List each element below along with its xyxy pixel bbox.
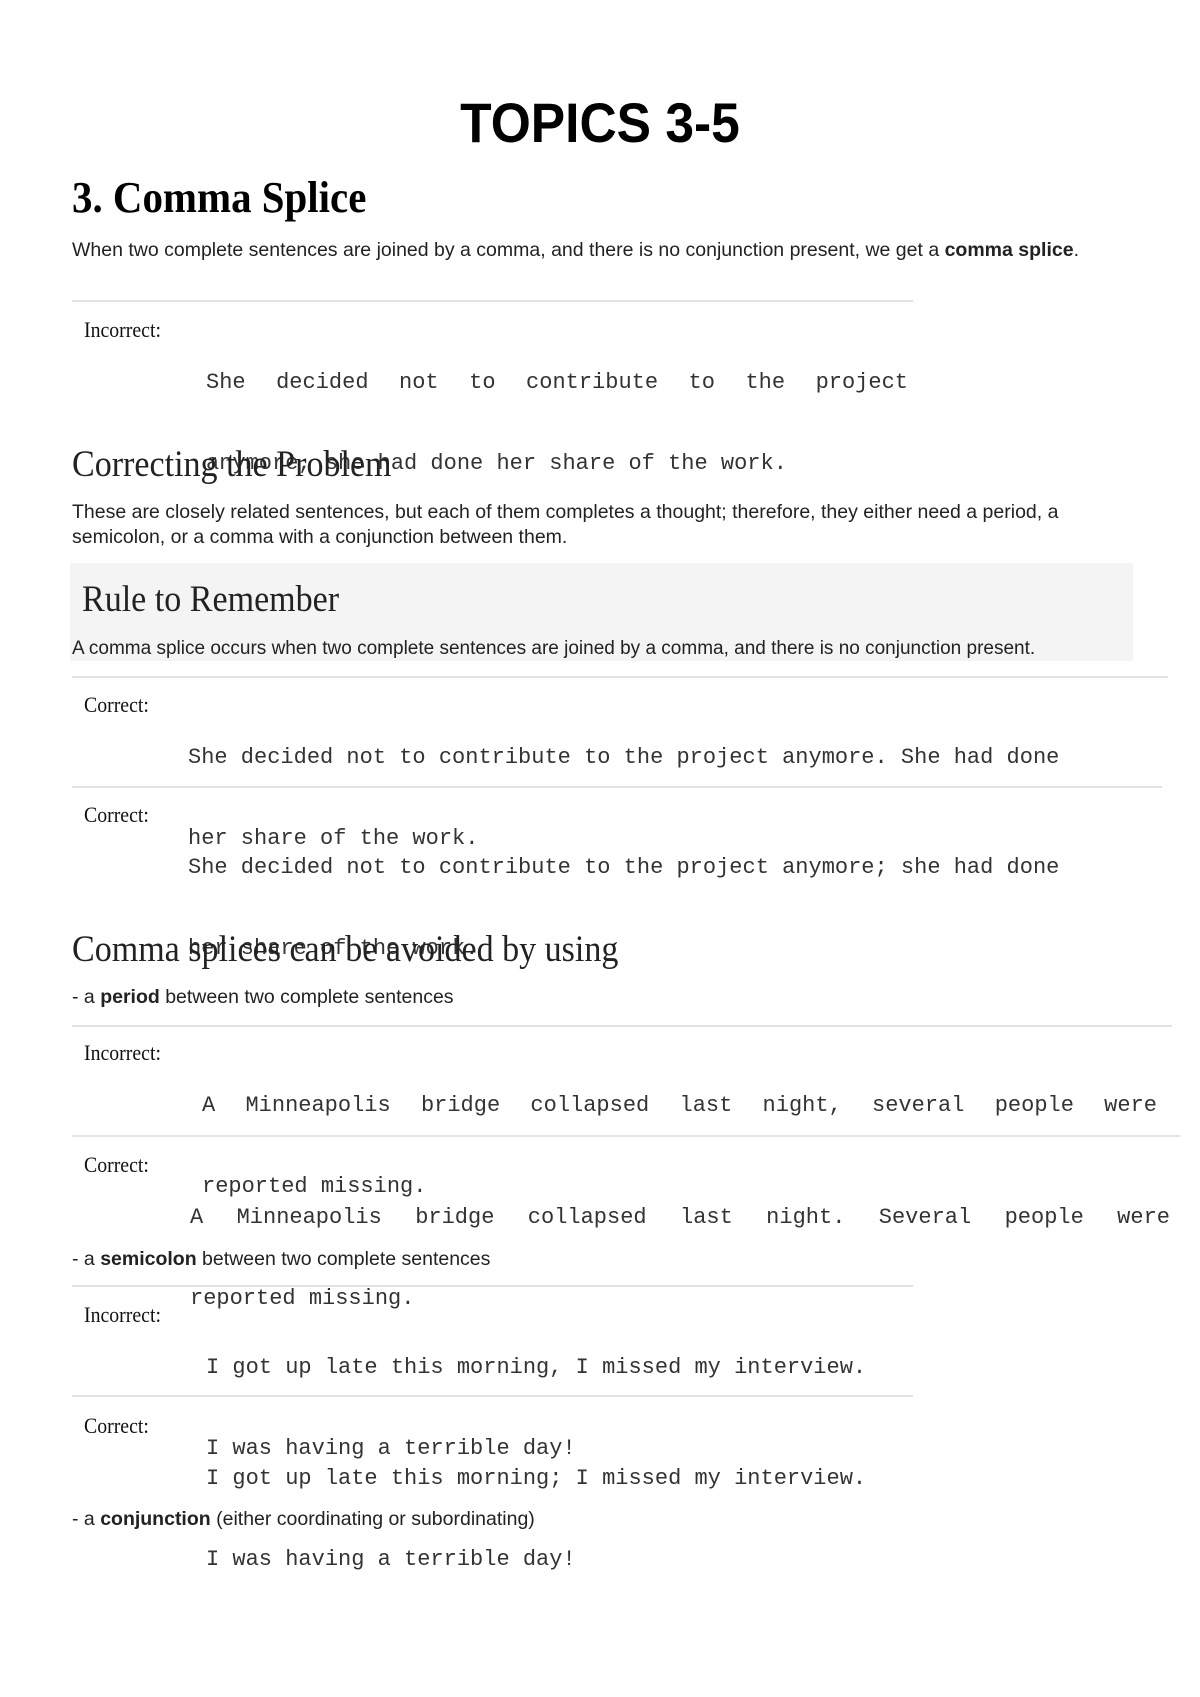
bullet-prefix: - a — [72, 986, 101, 1008]
bullet-prefix: - a — [72, 1248, 101, 1270]
avoid-heading: Comma splices can be avoided by using — [72, 929, 619, 970]
intro-text: When two complete sentences are joined b… — [72, 239, 945, 261]
correcting-paragraph: These are closely related sentences, but… — [72, 501, 1059, 548]
divider — [72, 300, 913, 302]
example-incorrect: Incorrect: She decided not to contribute… — [84, 315, 908, 531]
document-title: TOPICS 3-5 — [460, 91, 740, 154]
example-text: She decided not to contribute to the pro… — [188, 800, 1059, 1016]
divider — [72, 1285, 913, 1287]
method-semicolon: - a semicolon between two complete sente… — [72, 1248, 490, 1271]
rule-heading: Rule to Remember — [82, 579, 340, 620]
example-line: A Minneapolis bridge collapsed last nigh… — [202, 1093, 1157, 1118]
intro-text-end: . — [1073, 239, 1079, 261]
example-label: Correct: — [84, 802, 149, 827]
bullet-prefix: - a — [72, 1508, 101, 1530]
example-label: Incorrect: — [84, 317, 161, 342]
divider — [72, 786, 1162, 788]
bullet-text: between two complete sentences — [196, 1248, 491, 1270]
divider — [72, 1135, 1180, 1137]
correcting-heading: Correcting the Problem — [72, 444, 392, 485]
bullet-text: between two complete sentences — [159, 986, 454, 1008]
method-conjunction: - a conjunction (either coordinating or … — [72, 1508, 535, 1531]
example-line: I got up late this morning; I missed my … — [206, 1466, 867, 1491]
example-text: She decided not to contribute to the pro… — [206, 315, 908, 531]
bullet-term: period — [100, 986, 160, 1008]
method-period: - a period between two complete sentence… — [72, 986, 454, 1009]
rule-text: A comma splice occurs when two complete … — [72, 638, 1036, 659]
section-heading: 3. Comma Splice — [72, 173, 367, 222]
example-line: She decided not to contribute to the pro… — [188, 745, 1060, 770]
example-line: I was having a terrible day! — [206, 1547, 576, 1572]
divider — [72, 1395, 913, 1397]
intro-bold-term: comma splice — [944, 239, 1074, 261]
divider — [72, 1025, 1172, 1027]
divider — [72, 676, 1168, 678]
example-line: I got up late this morning, I missed my … — [206, 1355, 867, 1380]
example-correct-semicolon: Correct: She decided not to contribute t… — [84, 800, 1059, 1016]
intro-paragraph: When two complete sentences are joined b… — [72, 238, 1142, 263]
example-line: She decided not to contribute to the pro… — [188, 855, 1060, 880]
example-line: A Minneapolis bridge collapsed last nigh… — [190, 1205, 1170, 1230]
bullet-term: semicolon — [100, 1248, 197, 1270]
bullet-text: (either coordinating or subordinating) — [210, 1508, 535, 1530]
bullet-term: conjunction — [100, 1508, 211, 1530]
example-line: She decided not to contribute to the pro… — [206, 370, 908, 395]
